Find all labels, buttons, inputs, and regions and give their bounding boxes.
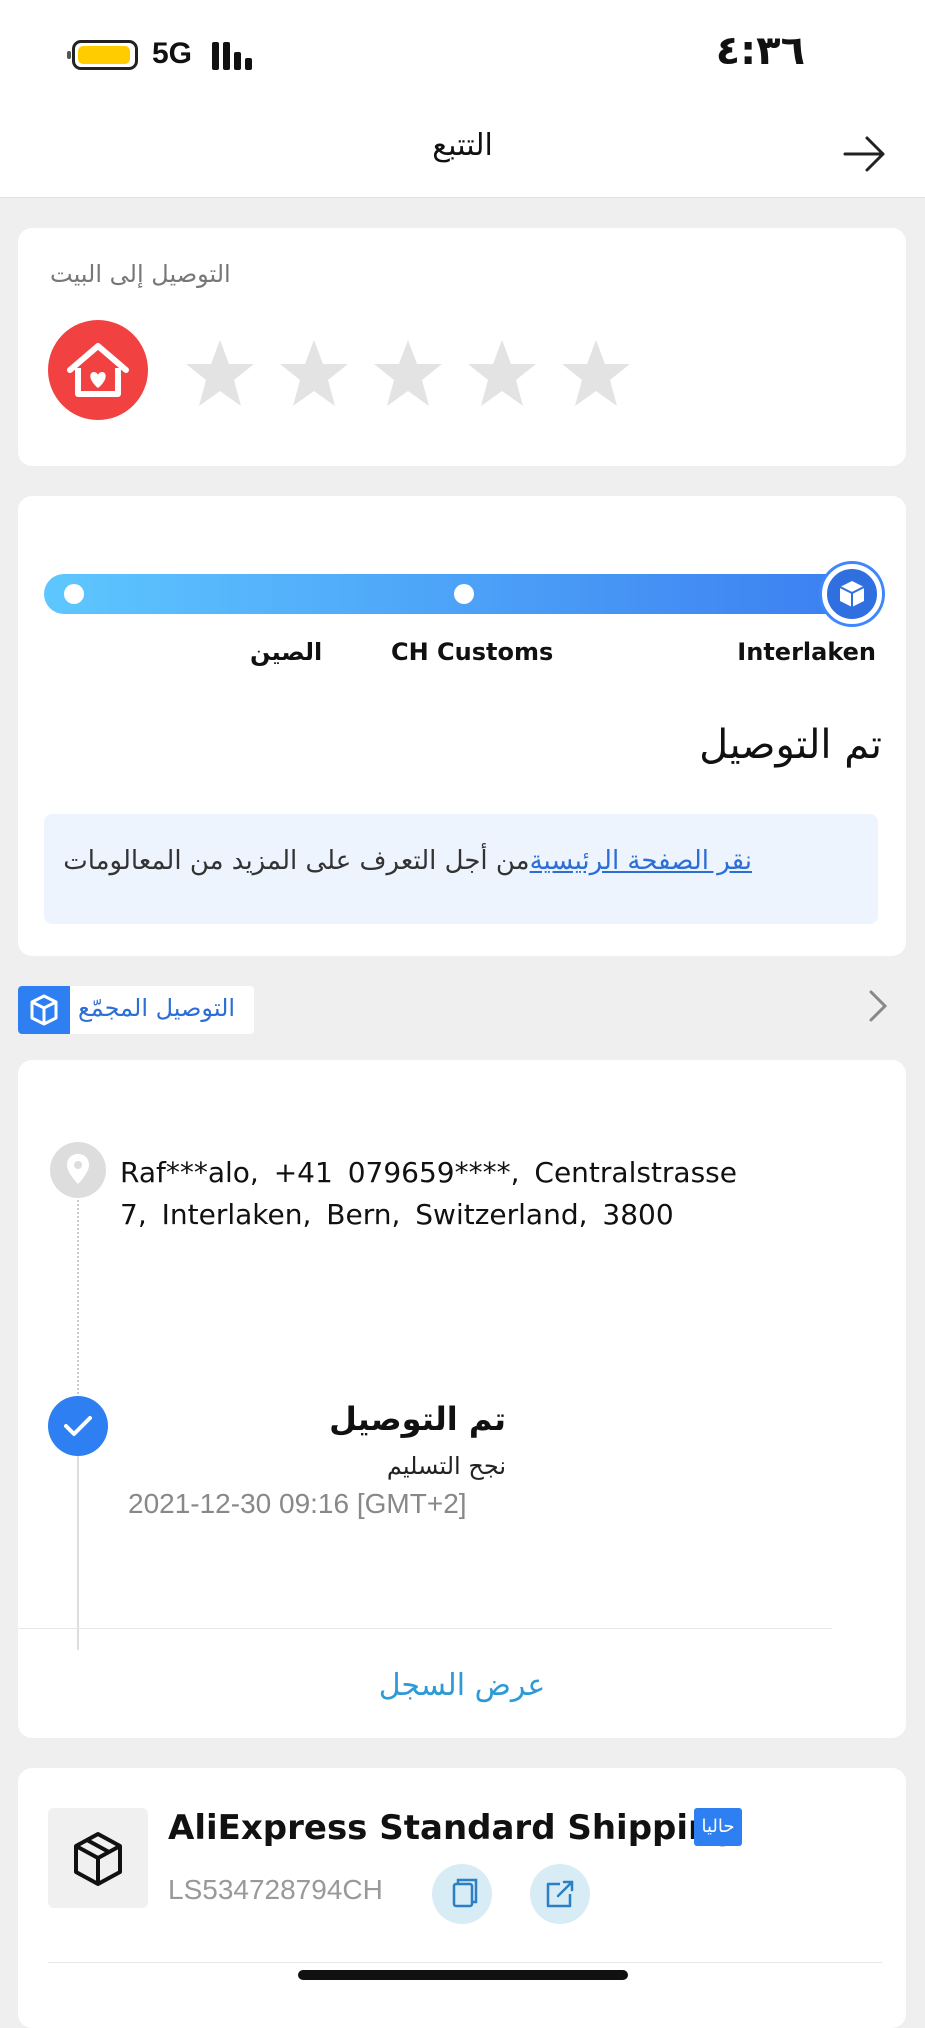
location-pin-icon — [50, 1142, 106, 1198]
package-icon — [48, 1808, 148, 1908]
timeline-line — [77, 1456, 79, 1650]
package-box-icon — [822, 564, 882, 624]
delivery-status: تم التوصيل — [699, 722, 882, 768]
star-icon[interactable] — [276, 336, 352, 412]
home-delivery-icon — [48, 320, 148, 420]
current-badge: حاليا — [694, 1808, 742, 1846]
divider — [48, 1962, 882, 1963]
event-subtitle: نجح التسليم — [386, 1452, 506, 1480]
external-link-icon[interactable] — [530, 1864, 590, 1924]
battery-icon — [67, 40, 138, 70]
progress-dot — [454, 584, 474, 604]
stop-label-customs: CH Customs — [391, 638, 554, 666]
view-history-button[interactable]: عرض السجل — [18, 1668, 906, 1703]
divider — [18, 1628, 832, 1629]
status-time: ٤:٣٦ — [715, 28, 805, 74]
progress-track — [44, 564, 882, 624]
carrier-name: AliExpress Standard Shipping — [168, 1808, 737, 1848]
delivery-address: Raf***alo, +41 079659****, Centralstrass… — [120, 1156, 737, 1231]
nav-bar: التتبع — [0, 110, 925, 198]
star-icon[interactable] — [464, 336, 540, 412]
star-icon[interactable] — [182, 336, 258, 412]
tracking-number: LS534728794CH — [168, 1874, 383, 1905]
status-bar: 5G ٤:٣٦ — [0, 0, 925, 110]
network-type: 5G — [152, 37, 193, 70]
stop-label-destination: Interlaken — [737, 638, 876, 666]
delivery-rating-label: التوصيل إلى البيت — [50, 260, 231, 288]
progress-dot — [64, 584, 84, 604]
event-timestamp: 2021-12-30 09:16 [GMT+2] — [128, 1488, 467, 1519]
star-icon[interactable] — [558, 336, 634, 412]
info-text: من أجل التعرف على المزيد من المعالومات — [63, 846, 530, 876]
chevron-right-icon[interactable] — [863, 986, 893, 1026]
shipping-method-card: AliExpress Standard Shipping حاليا LS534… — [18, 1768, 906, 2028]
combined-delivery-tag[interactable]: التوصيل المجمّع — [18, 986, 254, 1034]
back-arrow-icon[interactable] — [841, 130, 889, 178]
check-icon — [48, 1396, 108, 1456]
home-indicator[interactable] — [298, 1970, 628, 1980]
stop-label-origin: الصين — [250, 638, 323, 666]
box-icon — [18, 986, 70, 1034]
event-title: تم التوصيل — [329, 1400, 506, 1438]
homepage-link[interactable]: نقر الصفحة الرئيسية — [530, 846, 752, 876]
star-icon[interactable] — [370, 336, 446, 412]
copy-icon[interactable] — [432, 1864, 492, 1924]
info-banner: نقر الصفحة الرئيسيةمن أجل التعرف على الم… — [44, 814, 878, 924]
tracking-progress-card: الصين CH Customs Interlaken تم التوصيل ن… — [18, 496, 906, 956]
combined-delivery-label: التوصيل المجمّع — [78, 994, 236, 1022]
page-title: التتبع — [432, 128, 493, 163]
tracking-timeline-card: Raf***alo, +41 079659****, Centralstrass… — [18, 1060, 906, 1738]
signal-icon — [212, 40, 262, 70]
delivery-rating-card: التوصيل إلى البيت — [18, 228, 906, 466]
